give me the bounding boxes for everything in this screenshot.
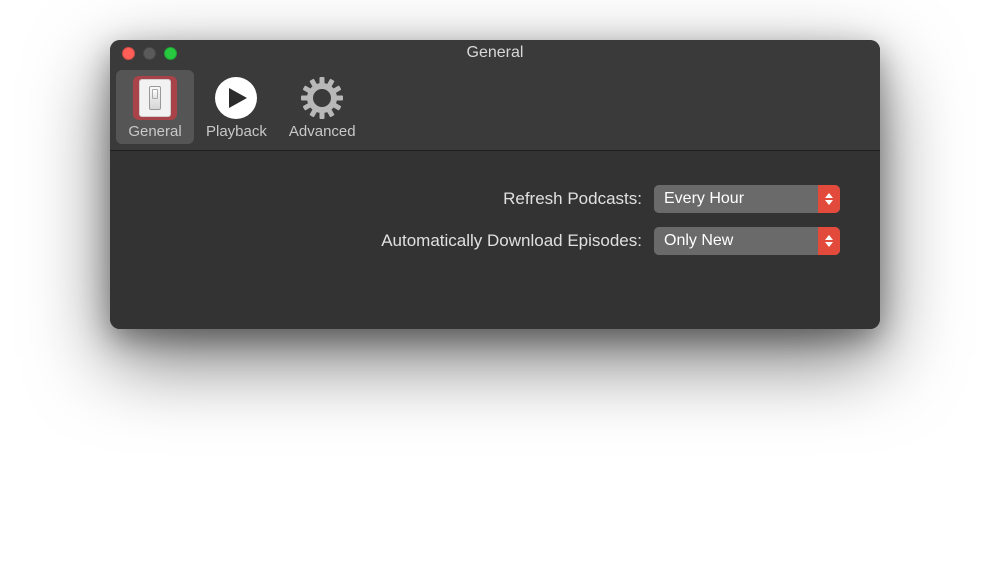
window-controls bbox=[122, 47, 177, 60]
auto-download-label: Automatically Download Episodes: bbox=[150, 231, 654, 251]
stepper-arrows-icon bbox=[818, 227, 840, 255]
stepper-arrows-icon bbox=[818, 185, 840, 213]
tab-playback[interactable]: Playback bbox=[196, 70, 277, 144]
titlebar: General bbox=[110, 40, 880, 66]
tab-general[interactable]: General bbox=[116, 70, 194, 144]
tab-toolbar: General Playback bbox=[110, 66, 880, 151]
gear-icon bbox=[300, 76, 344, 120]
minimize-button[interactable] bbox=[143, 47, 156, 60]
close-button[interactable] bbox=[122, 47, 135, 60]
select-value: Every Hour bbox=[654, 185, 818, 213]
play-icon bbox=[214, 76, 258, 120]
window-title: General bbox=[110, 44, 880, 62]
content-pane: Refresh Podcasts: Every Hour Automatical… bbox=[110, 151, 880, 329]
tab-label: Advanced bbox=[289, 123, 356, 140]
tab-label: General bbox=[128, 123, 181, 140]
maximize-button[interactable] bbox=[164, 47, 177, 60]
preferences-window: General General Playback bbox=[110, 40, 880, 329]
tab-label: Playback bbox=[206, 123, 267, 140]
switch-icon bbox=[133, 76, 177, 120]
auto-download-select[interactable]: Only New bbox=[654, 227, 840, 255]
refresh-podcasts-row: Refresh Podcasts: Every Hour bbox=[150, 185, 840, 213]
auto-download-row: Automatically Download Episodes: Only Ne… bbox=[150, 227, 840, 255]
refresh-podcasts-select[interactable]: Every Hour bbox=[654, 185, 840, 213]
tab-advanced[interactable]: Advanced bbox=[279, 70, 366, 144]
refresh-podcasts-label: Refresh Podcasts: bbox=[150, 189, 654, 209]
select-value: Only New bbox=[654, 227, 818, 255]
